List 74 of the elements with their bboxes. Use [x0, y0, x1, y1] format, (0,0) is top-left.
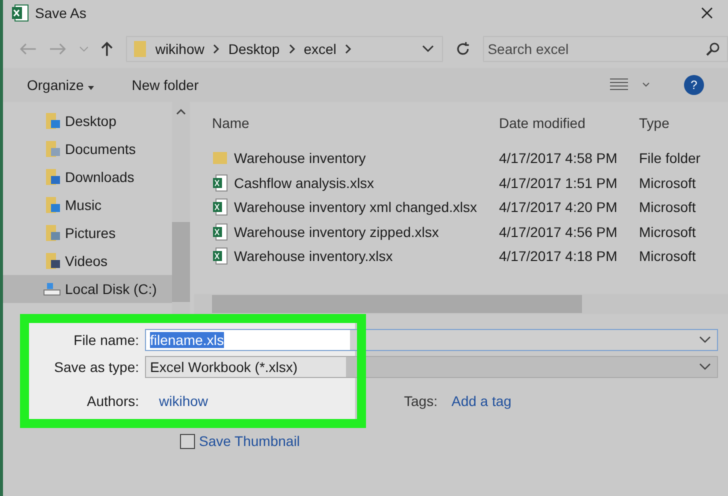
chevron-right-icon[interactable] [212, 44, 220, 54]
chevron-down-icon[interactable] [642, 82, 650, 88]
chevron-right-icon[interactable] [344, 44, 352, 54]
close-icon[interactable] [700, 6, 714, 20]
scroll-up-icon[interactable] [176, 108, 186, 116]
breadcrumb[interactable]: Desktop [228, 41, 280, 57]
sidebar-item[interactable]: Music [3, 191, 172, 219]
date-cell-text: 4/17/2017 4:18 PM [499, 248, 618, 264]
file-name-field[interactable]: filename.xls [145, 329, 718, 351]
spreadsheet-file-icon [212, 198, 228, 216]
sidebar-item[interactable]: Desktop [3, 107, 172, 135]
sidebar-item[interactable]: Pictures [3, 219, 172, 247]
help-button[interactable]: ? [684, 75, 704, 95]
sidebar-item[interactable]: Local Disk (C:) [3, 275, 172, 303]
library-folder-icon [45, 168, 61, 186]
refresh-icon[interactable] [454, 41, 471, 57]
sidebar-item[interactable]: Documents [3, 135, 172, 163]
file-name[interactable]: Warehouse inventory [234, 150, 366, 166]
sidebar-item[interactable]: Videos [3, 247, 172, 275]
horizontal-scrollbar[interactable] [194, 294, 728, 314]
folder-icon [133, 40, 148, 58]
type-cell-text: Microsoft [639, 199, 697, 216]
spreadsheet-file-icon [212, 222, 228, 241]
column-header[interactable]: Type [639, 115, 728, 131]
authors-link[interactable]: wikihow [145, 393, 208, 409]
chevron-right-icon[interactable] [288, 44, 296, 54]
window-title: Save As [35, 5, 86, 21]
file-name[interactable]: Cashflow analysis.xlsx [234, 174, 374, 191]
field-label: File name: [72, 332, 140, 348]
field-label: Authors: [86, 393, 140, 409]
field-label: Tags: [404, 393, 438, 409]
search-field[interactable]: Search excel [482, 36, 728, 62]
add-tag-link[interactable]: Add a tag [437, 393, 512, 409]
library-folder-icon [45, 140, 61, 158]
field-label: Save as type: [53, 359, 140, 375]
library-folder-icon [45, 196, 61, 214]
date-cell-text: 4/17/2017 4:56 PM [499, 224, 618, 240]
library-folder-icon [45, 224, 61, 242]
column-header[interactable]: Date modified [499, 115, 639, 131]
organize-menu-button[interactable]: Organize [23, 75, 98, 95]
library-folder-icon [45, 112, 61, 130]
sidebar-item[interactable]: Downloads [3, 163, 172, 191]
date-cell-text: 4/17/2017 4:20 PM [499, 199, 618, 216]
address-bar[interactable]: wikihow Desktop excel [126, 36, 443, 62]
breadcrumb[interactable]: excel [304, 41, 336, 57]
view-list-icon[interactable] [610, 78, 628, 92]
spreadsheet-app-icon [11, 4, 29, 22]
file-name[interactable]: Warehouse inventory zipped.xlsx [234, 224, 439, 240]
date-cell-text: 4/17/2017 4:58 PM [499, 150, 618, 166]
up-arrow-icon[interactable] [100, 41, 114, 57]
chevron-down-icon[interactable] [422, 45, 434, 53]
library-folder-icon [45, 252, 61, 270]
type-cell-text: Microsoft [639, 248, 697, 264]
type-cell-text: Microsoft [639, 174, 697, 191]
checkbox[interactable] [180, 434, 195, 448]
date-cell-text: 4/17/2017 1:51 PM [499, 174, 618, 191]
vertical-scrollbar[interactable] [172, 102, 190, 314]
breadcrumb[interactable]: wikihow [155, 41, 204, 57]
type-cell-text: File folder [639, 150, 702, 166]
folder-icon [212, 150, 228, 166]
column-header[interactable]: Name [194, 115, 499, 131]
caret-icon [88, 86, 94, 90]
drive-icon [43, 282, 61, 296]
spreadsheet-file-icon [212, 174, 228, 192]
chevron-down-icon[interactable] [699, 363, 711, 371]
chevron-down-icon[interactable] [699, 336, 711, 344]
type-cell-text: Microsoft [639, 224, 697, 240]
file-type-dropdown[interactable]: Excel Workbook (*.xlsx) [145, 356, 718, 378]
new-folder-button[interactable]: New folder [128, 75, 203, 95]
spreadsheet-file-icon [212, 247, 228, 266]
file-name[interactable]: Warehouse inventory.xlsx [234, 248, 393, 264]
search-icon [706, 42, 720, 56]
checkbox-label[interactable]: Save Thumbnail [199, 433, 300, 449]
file-name[interactable]: Warehouse inventory xml changed.xlsx [234, 199, 478, 216]
